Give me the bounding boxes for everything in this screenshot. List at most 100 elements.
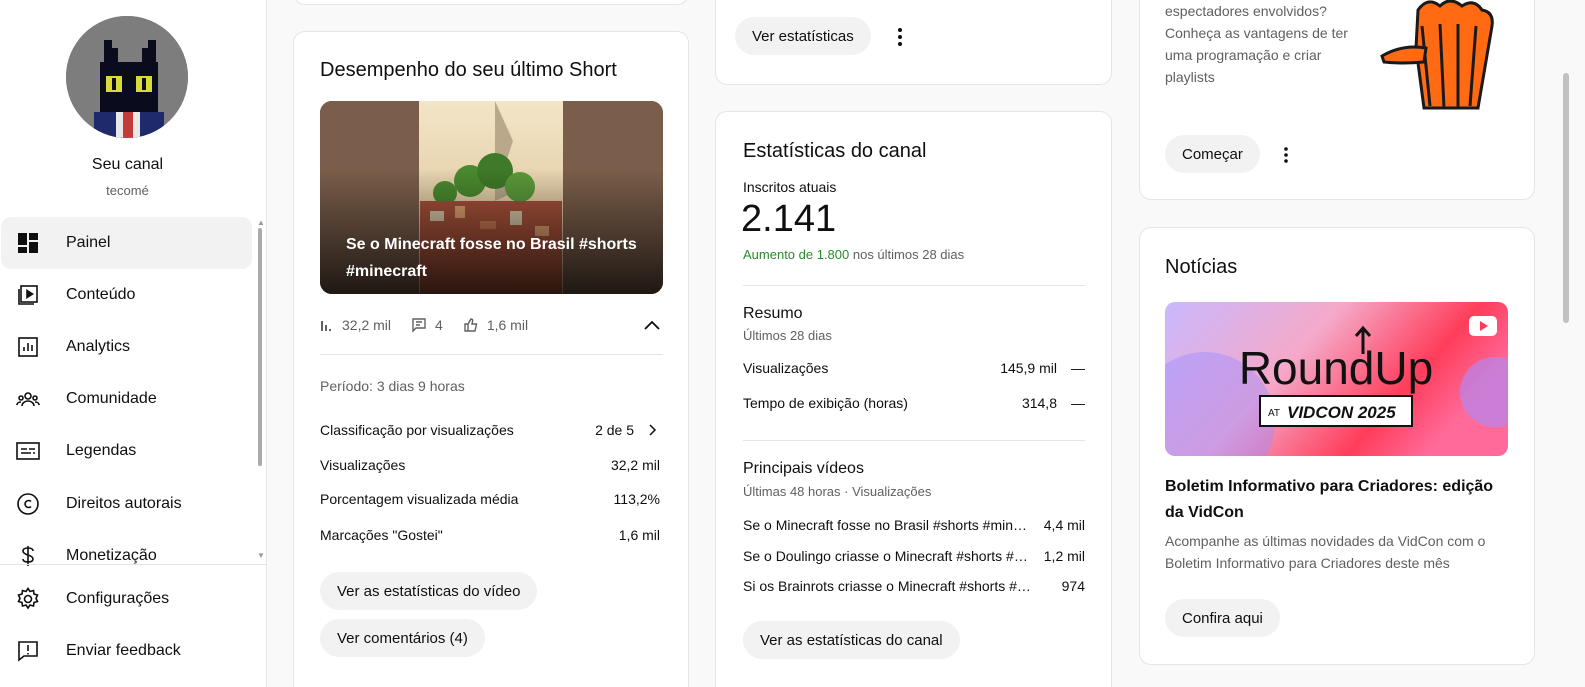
top-video-row[interactable]: Se o Minecraft fosse no Brasil #shorts #… xyxy=(743,517,1085,533)
comment-icon xyxy=(412,318,426,333)
stat-label: Classificação por visualizações xyxy=(320,422,514,438)
sidebar-divider xyxy=(0,564,266,565)
sidebar-item-label: Painel xyxy=(66,234,111,251)
channel-name: Seu canal xyxy=(91,156,164,173)
short-metrics-row: 32,2 mil 4 1,6 mil xyxy=(320,313,663,337)
divider xyxy=(743,440,1085,441)
check-it-out-button[interactable]: Confira aqui xyxy=(1165,599,1280,637)
sidebar-scroll-down-icon[interactable]: ▼ xyxy=(257,551,265,560)
summary-subtitle: Últimos 28 dias xyxy=(743,328,832,343)
views-value: 32,2 mil xyxy=(342,317,392,333)
banner-event-text: VIDCON 2025 xyxy=(1287,403,1396,422)
top-videos-title: Principais vídeos xyxy=(743,460,864,477)
sidebar-item-comunidade[interactable]: Comunidade xyxy=(1,373,252,425)
promo-text: espectadores envolvidos? Conheça as vant… xyxy=(1165,0,1365,88)
top-video-title: Se o Doulingo criasse o Minecraft #short… xyxy=(743,548,1033,564)
views-metric: 32,2 mil xyxy=(320,317,391,333)
stat-label: Porcentagem visualizada média xyxy=(320,491,519,507)
summary-label: Visualizações xyxy=(743,360,829,376)
page-scrollbar[interactable] xyxy=(1563,73,1569,323)
summary-delta: — xyxy=(1071,360,1085,376)
sidebar-scroll-up-icon[interactable]: ▲ xyxy=(257,218,265,227)
more-vert-icon[interactable] xyxy=(888,25,912,49)
top-video-row[interactable]: Si os Brainrots criasse o Minecraft #sho… xyxy=(743,578,1085,594)
growth-highlight: Aumento de 1.800 xyxy=(743,247,850,262)
subtitles-icon xyxy=(16,439,40,463)
start-button[interactable]: Começar xyxy=(1165,135,1260,173)
top-video-title: Si os Brainrots criasse o Minecraft #sho… xyxy=(743,578,1033,594)
promo-text-line: Conheça as vantagens de ter xyxy=(1165,25,1348,41)
stat-label: Marcações "Gostei" xyxy=(320,527,443,543)
stat-value: 2 de 5 xyxy=(595,422,634,438)
period-text: Período: 3 dias 9 horas xyxy=(320,378,465,394)
analytics-icon xyxy=(16,335,40,359)
divider xyxy=(743,285,1085,286)
bar-chart-icon xyxy=(321,321,331,331)
avatar[interactable] xyxy=(66,16,188,138)
banner-roundup-text: RoundUp xyxy=(1239,342,1433,394)
sidebar-item-label: Configurações xyxy=(66,590,170,607)
summary-delta: — xyxy=(1071,395,1085,411)
pixel-cat-avatar-icon xyxy=(66,16,188,138)
video-stats-button[interactable]: Ver as estatísticas do vídeo xyxy=(320,572,538,610)
likes-value: 1,6 mil xyxy=(486,317,529,333)
top-videos-subtitle: Últimas 48 horas · Visualizações xyxy=(743,484,932,499)
stat-label: Visualizações xyxy=(320,457,406,473)
top-video-views: 1,2 mil xyxy=(1043,548,1085,564)
summary-title: Resumo xyxy=(743,305,803,322)
news-headline[interactable]: Boletim Informativo para Criadores: ediç… xyxy=(1165,474,1515,526)
stat-value: 32,2 mil xyxy=(610,457,660,473)
copyright-icon xyxy=(16,492,40,516)
sidebar-item-direitos-autorais[interactable]: Direitos autorais xyxy=(1,478,252,530)
likes-metric: 1,6 mil xyxy=(463,317,528,333)
summary-row-views: Visualizações 145,9 mil — xyxy=(743,360,1085,376)
top-video-row[interactable]: Se o Doulingo criasse o Minecraft #short… xyxy=(743,548,1085,564)
news-image[interactable]: RoundUp AT VIDCON 2025 xyxy=(1165,302,1508,456)
sidebar-item-label: Monetização xyxy=(66,547,157,564)
growth-rest: nos últimos 28 dias xyxy=(849,247,965,262)
feedback-icon xyxy=(16,639,40,663)
view-comments-button[interactable]: Ver comentários (4) xyxy=(320,619,485,657)
chevron-up-icon[interactable] xyxy=(640,313,664,337)
stat-row-avg-viewed: Porcentagem visualizada média 113,2% xyxy=(320,491,660,507)
summary-value: 314,8 xyxy=(1021,395,1057,411)
short-thumbnail-title: Se o Minecraft fosse no Brasil #shorts #… xyxy=(346,236,637,280)
sidebar-item-configuracoes[interactable]: Configurações xyxy=(1,573,252,625)
channel-handle: tecomé xyxy=(106,183,149,198)
sidebar-item-label: Enviar feedback xyxy=(66,642,181,659)
roundup-vidcon-banner-image: RoundUp AT VIDCON 2025 xyxy=(1165,302,1508,456)
sidebar-item-painel[interactable]: Painel xyxy=(1,217,252,269)
promo-text-line: playlists xyxy=(1165,69,1215,85)
channel-stats-button[interactable]: Ver as estatísticas do canal xyxy=(743,621,960,659)
short-thumbnail[interactable]: Se o Minecraft fosse no Brasil #shorts #… xyxy=(320,101,663,294)
popcorn-illustration-icon xyxy=(1380,0,1494,110)
channel-stats-title: Estatísticas do canal xyxy=(743,140,927,162)
stat-row-ranking[interactable]: Classificação por visualizações 2 de 5 xyxy=(320,422,660,438)
sidebar-item-conteudo[interactable]: Conteúdo xyxy=(1,269,252,321)
subscribers-growth: Aumento de 1.800 nos últimos 28 dias xyxy=(743,247,964,262)
sidebar-scrollbar[interactable] xyxy=(258,228,262,466)
stat-value: 113,2% xyxy=(613,491,660,507)
community-icon xyxy=(16,387,40,411)
summary-value: 145,9 mil xyxy=(1000,360,1057,376)
content-icon xyxy=(16,283,40,307)
view-stats-button[interactable]: Ver estatísticas xyxy=(735,17,871,55)
sidebar-item-analytics[interactable]: Analytics xyxy=(1,321,252,373)
previous-card xyxy=(293,0,689,5)
sidebar-item-legendas[interactable]: Legendas xyxy=(1,425,252,477)
promo-text-line: uma programação e criar xyxy=(1165,47,1322,63)
gear-icon xyxy=(16,587,40,611)
sidebar-item-label: Conteúdo xyxy=(66,286,136,303)
sidebar-item-label: Direitos autorais xyxy=(66,495,182,512)
more-vert-icon[interactable] xyxy=(1274,143,1298,167)
top-video-views: 974 xyxy=(1061,578,1085,594)
sidebar-item-label: Analytics xyxy=(66,338,131,355)
divider xyxy=(320,354,663,355)
news-title: Notícias xyxy=(1165,256,1238,278)
top-video-views: 4,4 mil xyxy=(1043,517,1085,533)
subscribers-label: Inscritos atuais xyxy=(743,179,837,195)
promo-text-line: espectadores envolvidos? xyxy=(1165,3,1327,19)
sidebar-item-label: Comunidade xyxy=(66,390,157,407)
subscribers-count: 2.141 xyxy=(741,198,837,240)
sidebar-item-enviar-feedback[interactable]: Enviar feedback xyxy=(1,625,252,677)
